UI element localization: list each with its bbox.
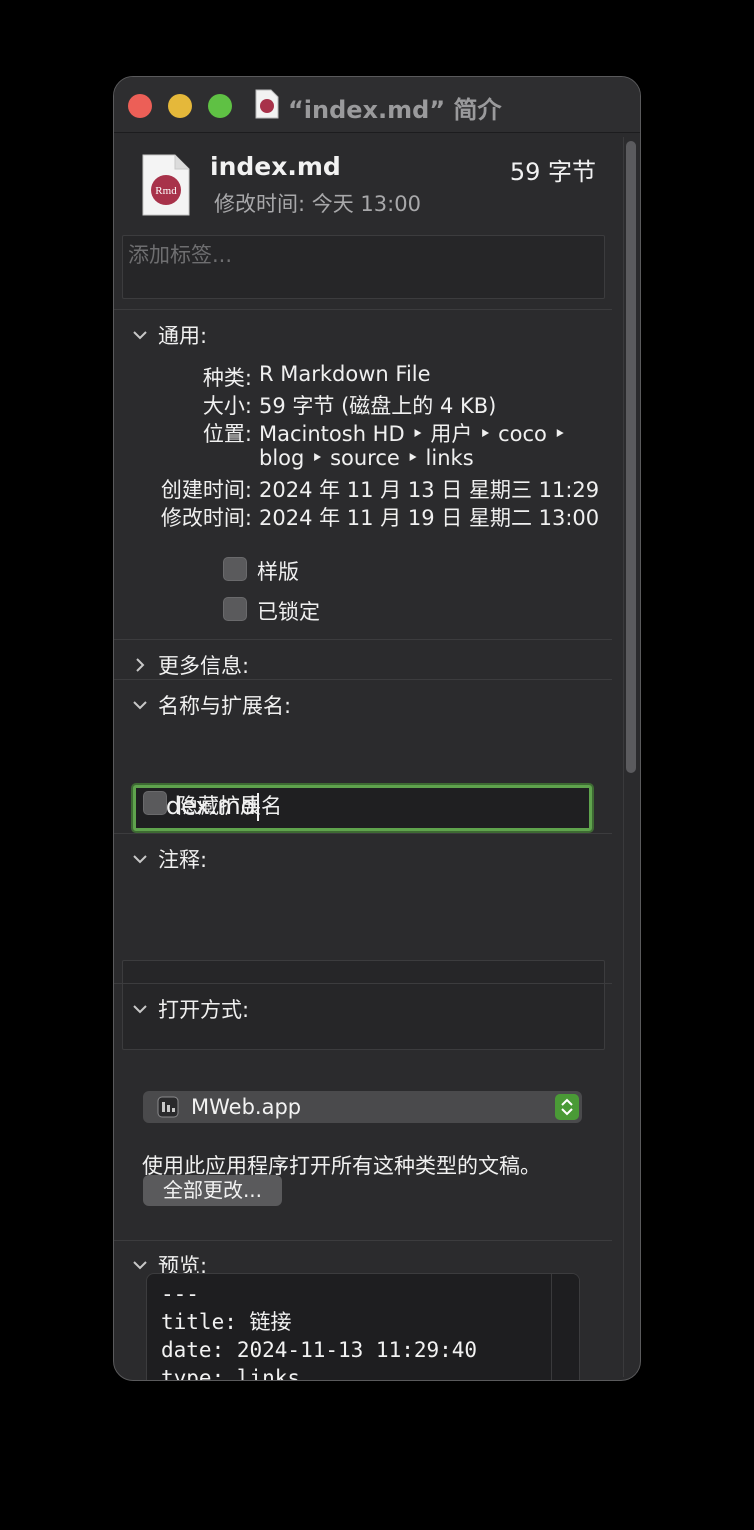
section-title: 名称与扩展名: [158,694,292,718]
info-value: 2024 年 11 月 19 日 星期二 13:00 [259,506,600,530]
chevron-down-icon [133,1261,147,1270]
section-open-with-header[interactable]: 打开方式: [130,994,249,1024]
info-label: 位置: [202,422,252,446]
selected-app: MWeb.app [191,1095,302,1119]
divider [114,833,612,834]
locked-label: 已锁定 [257,600,320,624]
tags-input[interactable]: 添加标签... [122,235,605,299]
section-name-ext-header[interactable]: 名称与扩展名: [130,690,291,720]
preview-panel[interactable]: --- title: 链接 date: 2024-11-13 11:29:40 … [146,1273,580,1381]
divider [114,983,612,984]
close-button[interactable] [128,94,152,118]
chevron-down-icon [133,701,147,710]
section-title: 通用: [158,324,208,348]
section-general-header[interactable]: 通用: [130,320,207,350]
open-with-select[interactable]: MWeb.app [143,1091,582,1123]
divider [114,309,612,310]
section-comments-header[interactable]: 注释: [130,844,207,874]
chevron-right-icon [136,658,145,672]
preview-text: --- title: 链接 date: 2024-11-13 11:29:40 … [161,1282,478,1381]
section-title: 更多信息: [158,654,250,678]
select-arrows-icon [555,1094,579,1120]
section-title: 注释: [158,848,208,872]
info-window: “index.md” 简介 Rmd index.md 59 字节 修改时间: 今… [113,76,641,1381]
info-content: Rmd index.md 59 字节 修改时间: 今天 13:00 添加标签..… [114,134,612,1381]
title-bar: “index.md” 简介 [114,77,640,133]
file-name: index.md [210,152,341,181]
chevron-down-icon [133,1005,147,1014]
locked-checkbox[interactable] [223,597,247,621]
modified-date: 修改时间: 今天 13:00 [214,192,421,216]
section-title: 打开方式: [158,998,250,1022]
info-value: blog ‣ source ‣ links [259,446,474,470]
rmd-file-icon: Rmd [142,154,190,216]
scroll-thumb[interactable] [626,141,636,773]
svg-text:Rmd: Rmd [155,185,177,197]
window-title: “index.md” 简介 [288,96,502,124]
info-label: 创建时间: [160,478,252,502]
mweb-app-icon [157,1096,179,1118]
hide-extension-checkbox[interactable] [143,791,167,815]
change-all-button[interactable]: 全部更改... [143,1175,282,1206]
stationery-label: 样版 [257,560,299,584]
zoom-button[interactable] [208,94,232,118]
info-label: 大小: [202,394,252,418]
info-value: Macintosh HD ‣ 用户 ‣ coco ‣ [259,422,566,446]
chevron-down-icon [133,855,147,864]
stationery-checkbox[interactable] [223,557,247,581]
file-size: 59 字节 [509,158,596,186]
info-value: 2024 年 11 月 13 日 星期三 11:29 [259,478,600,502]
divider [114,639,612,640]
preview-scrollbar[interactable] [551,1274,579,1380]
section-more-info-header[interactable]: 更多信息: [130,650,249,680]
vertical-scrollbar[interactable] [623,137,637,1377]
info-value: 59 字节 (磁盘上的 4 KB) [259,394,497,418]
info-label: 修改时间: [160,506,252,530]
divider [114,679,612,680]
divider [114,1240,612,1241]
info-label: 种类: [202,366,252,390]
hide-extension-label: 隐藏扩展名 [177,794,282,818]
minimize-button[interactable] [168,94,192,118]
chevron-down-icon [133,331,147,340]
document-icon [255,89,279,119]
info-value: R Markdown File [259,362,431,386]
